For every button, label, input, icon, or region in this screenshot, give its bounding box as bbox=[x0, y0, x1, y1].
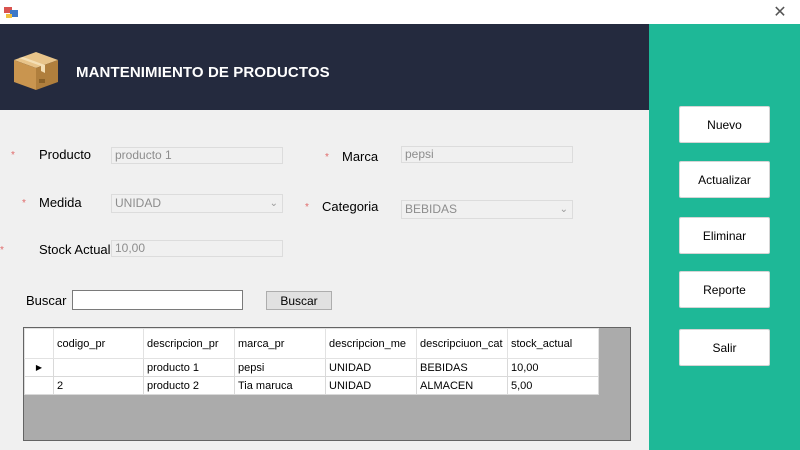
marca-label: Marca bbox=[342, 149, 379, 164]
required-mark: * bbox=[11, 150, 15, 161]
categoria-select[interactable]: BEBIDAS ⌄ bbox=[401, 200, 573, 219]
required-mark: * bbox=[325, 152, 329, 163]
column-header[interactable]: descripciuon_cat bbox=[416, 328, 508, 359]
column-header[interactable]: descripcion_me bbox=[325, 328, 417, 359]
search-button[interactable]: Buscar bbox=[266, 291, 332, 310]
column-header[interactable]: codigo_pr bbox=[53, 328, 144, 359]
grid-cell[interactable]: 2 bbox=[53, 376, 144, 395]
column-header[interactable]: stock_actual bbox=[507, 328, 599, 359]
required-mark: * bbox=[305, 202, 309, 213]
categoria-selected-value: BEBIDAS bbox=[405, 202, 458, 216]
grid-cell[interactable]: Tia maruca bbox=[234, 376, 326, 395]
marca-field[interactable]: pepsi bbox=[401, 146, 573, 163]
products-data-grid[interactable]: codigo_pr descripcion_pr marca_pr descri… bbox=[23, 327, 631, 441]
producto-label: Producto bbox=[39, 147, 92, 162]
column-header[interactable]: marca_pr bbox=[234, 328, 326, 359]
close-window-button[interactable]: ✕ bbox=[760, 0, 800, 24]
reporte-button[interactable]: Reporte bbox=[679, 271, 770, 308]
grid-cell[interactable]: UNIDAD bbox=[325, 376, 417, 395]
grid-cell[interactable]: 1 bbox=[53, 358, 144, 377]
stock-actual-label: Stock Actual bbox=[39, 242, 111, 257]
window-titlebar: ✕ bbox=[0, 0, 800, 24]
grid-table: codigo_pr descripcion_pr marca_pr descri… bbox=[24, 328, 599, 395]
grid-cell[interactable]: ALMACEN bbox=[416, 376, 508, 395]
page-title: MANTENIMIENTO DE PRODUCTOS bbox=[76, 64, 330, 81]
action-sidebar: Nuevo Actualizar Eliminar Reporte Salir bbox=[649, 24, 800, 450]
table-row[interactable]: 2 producto 2 Tia maruca UNIDAD ALMACEN 5… bbox=[24, 376, 599, 395]
grid-corner-cell bbox=[24, 328, 54, 359]
grid-cell[interactable]: 10,00 bbox=[507, 358, 599, 377]
current-row-indicator-icon: ▶ bbox=[24, 358, 54, 377]
nuevo-button[interactable]: Nuevo bbox=[679, 106, 770, 143]
categoria-label: Categoria bbox=[322, 199, 379, 214]
app-icon bbox=[4, 7, 18, 18]
grid-cell[interactable]: BEBIDAS bbox=[416, 358, 508, 377]
grid-cell[interactable]: UNIDAD bbox=[325, 358, 417, 377]
header-banner: MANTENIMIENTO DE PRODUCTOS bbox=[0, 24, 649, 110]
column-header[interactable]: descripcion_pr bbox=[143, 328, 235, 359]
required-mark: * bbox=[22, 198, 26, 209]
eliminar-button[interactable]: Eliminar bbox=[679, 217, 770, 254]
medida-select[interactable]: UNIDAD ⌄ bbox=[111, 194, 283, 213]
table-row[interactable]: ▶ 1 producto 1 pepsi UNIDAD BEBIDAS 10,0… bbox=[24, 358, 599, 377]
chevron-down-icon: ⌄ bbox=[269, 198, 278, 209]
medida-label: Medida bbox=[39, 195, 82, 210]
medida-selected-value: UNIDAD bbox=[115, 196, 162, 210]
chevron-down-icon: ⌄ bbox=[559, 204, 568, 215]
required-mark: * bbox=[0, 245, 4, 256]
grid-header-row: codigo_pr descripcion_pr marca_pr descri… bbox=[24, 328, 599, 359]
buscar-label: Buscar bbox=[26, 293, 67, 308]
grid-cell[interactable]: producto 1 bbox=[143, 358, 235, 377]
stock-actual-field[interactable]: 10,00 bbox=[111, 240, 283, 257]
salir-button[interactable]: Salir bbox=[679, 329, 770, 366]
producto-field[interactable]: producto 1 bbox=[111, 147, 283, 164]
actualizar-button[interactable]: Actualizar bbox=[679, 161, 770, 198]
row-header-cell[interactable] bbox=[24, 376, 54, 395]
grid-cell[interactable]: producto 2 bbox=[143, 376, 235, 395]
search-input[interactable] bbox=[72, 290, 243, 310]
grid-cell[interactable]: 5,00 bbox=[507, 376, 599, 395]
grid-cell[interactable]: pepsi bbox=[234, 358, 326, 377]
package-box-icon bbox=[14, 52, 58, 90]
